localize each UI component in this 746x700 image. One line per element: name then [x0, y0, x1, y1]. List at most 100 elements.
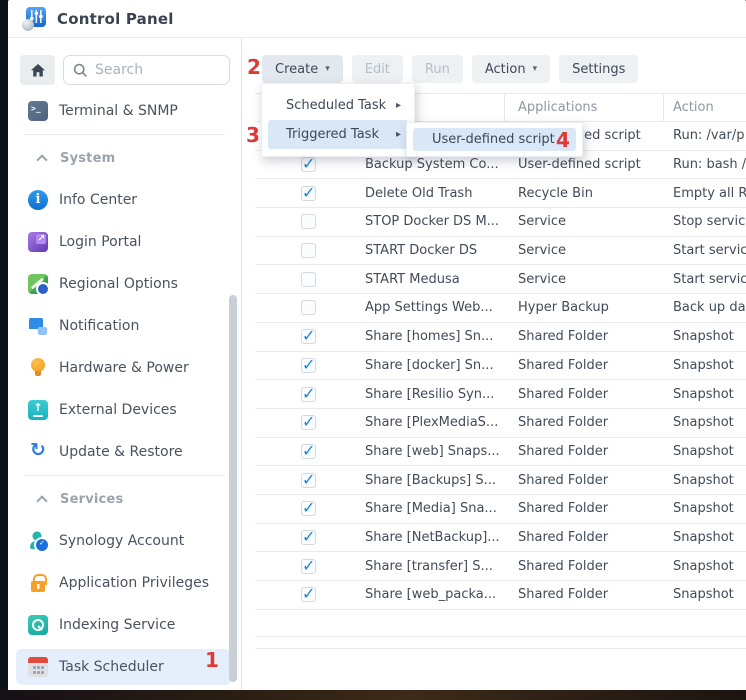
- checkbox-unchecked[interactable]: [301, 214, 316, 229]
- table-row[interactable]: START MedusaServiceStart servic: [255, 265, 746, 294]
- task-name: START Docker DS: [355, 243, 508, 258]
- create-button[interactable]: Create▾: [262, 55, 343, 83]
- sidebar-group-system[interactable]: System: [8, 137, 241, 179]
- title-bar: Control Panel: [8, 0, 746, 38]
- column-header-applications[interactable]: Applications: [504, 94, 663, 121]
- sidebar-item-label: Terminal & SNMP: [59, 103, 178, 119]
- sidebar-item-terminal-snmp[interactable]: Terminal & SNMP: [8, 90, 241, 132]
- sidebar-group-services[interactable]: Services: [8, 478, 241, 520]
- sidebar-item-synology-account[interactable]: Synology Account: [8, 520, 241, 562]
- table-row[interactable]: Share [Backups] S...Shared FolderSnapsho…: [255, 466, 746, 495]
- table-row[interactable]: Share [transfer] S...Shared FolderSnapsh…: [255, 552, 746, 581]
- checkbox-checked[interactable]: [301, 587, 316, 602]
- checkbox-cell: [255, 272, 355, 287]
- control-panel-window: Control Panel Terminal & SNMP System Info …: [8, 0, 746, 690]
- caret-down-icon: ▾: [533, 64, 538, 74]
- checkbox-checked[interactable]: [301, 157, 316, 172]
- run-button[interactable]: Run: [412, 55, 463, 83]
- task-name: Share [Media] Sna...: [355, 501, 508, 516]
- settings-button[interactable]: Settings: [559, 55, 638, 83]
- task-application: Recycle Bin: [508, 186, 663, 201]
- task-action: Snapshot: [663, 415, 746, 430]
- page-title: Control Panel: [57, 10, 174, 28]
- checkbox-checked[interactable]: [301, 387, 316, 402]
- home-button[interactable]: [20, 55, 55, 85]
- task-name: STOP Docker DS M...: [355, 214, 508, 229]
- checkbox-cell: [255, 329, 355, 344]
- external-devices-icon: [28, 400, 48, 420]
- search-input[interactable]: [95, 62, 205, 78]
- table-row[interactable]: Share [homes] Sn...Shared FolderSnapshot: [255, 323, 746, 352]
- sidebar-item-notification[interactable]: Notification: [8, 305, 241, 347]
- task-application: Shared Folder: [508, 444, 663, 459]
- table-row[interactable]: Share [NetBackup]...Shared FolderSnapsho…: [255, 524, 746, 553]
- table-row[interactable]: App Settings Web...Hyper BackupBack up d…: [255, 294, 746, 323]
- table-row[interactable]: Share [Media] Sna...Shared FolderSnapsho…: [255, 495, 746, 524]
- task-name: Share [web_packa...: [355, 587, 508, 602]
- sidebar-item-indexing-service[interactable]: Indexing Service: [8, 604, 241, 646]
- edit-button[interactable]: Edit: [352, 55, 403, 83]
- task-name: Share [NetBackup]...: [355, 530, 508, 545]
- annotation-2: 2: [247, 55, 261, 79]
- table-row[interactable]: Share [PlexMediaS...Shared FolderSnapsho…: [255, 409, 746, 438]
- sidebar: Terminal & SNMP System Info Center Login Po…: [8, 38, 241, 690]
- checkbox-cell: [255, 587, 355, 602]
- sidebar-item-label: Login Portal: [59, 234, 141, 250]
- menu-item-user-defined-script[interactable]: User-defined script: [413, 128, 576, 151]
- search-icon: [73, 63, 88, 78]
- sidebar-item-label: Update & Restore: [59, 444, 183, 460]
- column-header-action[interactable]: Action: [663, 94, 746, 121]
- checkbox-cell: [255, 559, 355, 574]
- checkbox-checked[interactable]: [301, 444, 316, 459]
- checkbox-unchecked[interactable]: [301, 243, 316, 258]
- task-application: Shared Folder: [508, 358, 663, 373]
- submenu-arrow-icon: ▸: [396, 91, 408, 120]
- checkbox-checked[interactable]: [301, 415, 316, 430]
- table-row[interactable]: Delete Old TrashRecycle BinEmpty all R: [255, 179, 746, 208]
- checkbox-cell: [255, 300, 355, 315]
- sidebar-item-application-privileges[interactable]: Application Privileges: [8, 562, 241, 604]
- menu-item-triggered-task[interactable]: Triggered Task▸: [268, 120, 408, 149]
- synology-account-icon: [28, 531, 48, 551]
- checkbox-checked[interactable]: [301, 473, 316, 488]
- checkbox-unchecked[interactable]: [301, 300, 316, 315]
- table-row[interactable]: Share [docker] Sn...Shared FolderSnapsho…: [255, 352, 746, 381]
- checkbox-checked[interactable]: [301, 358, 316, 373]
- sidebar-divider: [24, 475, 225, 476]
- checkbox-checked[interactable]: [301, 559, 316, 574]
- table-row[interactable]: START Docker DSServiceStart servic: [255, 237, 746, 266]
- table-row[interactable]: Share [web] Snaps...Shared FolderSnapsho…: [255, 438, 746, 467]
- table-body: User-defined scriptRun: /var/pBackup Sys…: [255, 122, 746, 610]
- annotation-1: 1: [205, 648, 219, 672]
- checkbox-checked[interactable]: [301, 501, 316, 516]
- task-action: Snapshot: [663, 387, 746, 402]
- sidebar-item-external-devices[interactable]: External Devices: [8, 389, 241, 431]
- menu-item-scheduled-task[interactable]: Scheduled Task▸: [268, 91, 408, 120]
- sidebar-item-label: Info Center: [59, 192, 137, 208]
- task-name: Share [Backups] S...: [355, 473, 508, 488]
- task-application: Shared Folder: [508, 415, 663, 430]
- checkbox-unchecked[interactable]: [301, 272, 316, 287]
- task-name: Share [PlexMediaS...: [355, 415, 508, 430]
- sidebar-scrollbar[interactable]: [229, 295, 237, 682]
- task-application: Shared Folder: [508, 587, 663, 602]
- update-restore-icon: [28, 442, 48, 462]
- sidebar-item-regional-options[interactable]: Regional Options: [8, 263, 241, 305]
- action-button[interactable]: Action▾: [472, 55, 550, 83]
- sidebar-item-update-restore[interactable]: Update & Restore: [8, 431, 241, 473]
- checkbox-cell: [255, 243, 355, 258]
- task-name: Share [web] Snaps...: [355, 444, 508, 459]
- checkbox-checked[interactable]: [301, 186, 316, 201]
- checkbox-checked[interactable]: [301, 329, 316, 344]
- table-row[interactable]: STOP Docker DS M...ServiceStop servic: [255, 208, 746, 237]
- sidebar-item-info-center[interactable]: Info Center: [8, 179, 241, 221]
- table-row[interactable]: Share [web_packa...Shared FolderSnapshot: [255, 581, 746, 610]
- task-application: Hyper Backup: [508, 300, 663, 315]
- search-box[interactable]: [63, 55, 230, 85]
- sidebar-item-label: Indexing Service: [59, 617, 175, 633]
- sidebar-divider: [24, 134, 225, 135]
- sidebar-item-login-portal[interactable]: Login Portal: [8, 221, 241, 263]
- table-row[interactable]: Share [Resilio Syn...Shared FolderSnapsh…: [255, 380, 746, 409]
- checkbox-checked[interactable]: [301, 530, 316, 545]
- sidebar-item-hardware-power[interactable]: Hardware & Power: [8, 347, 241, 389]
